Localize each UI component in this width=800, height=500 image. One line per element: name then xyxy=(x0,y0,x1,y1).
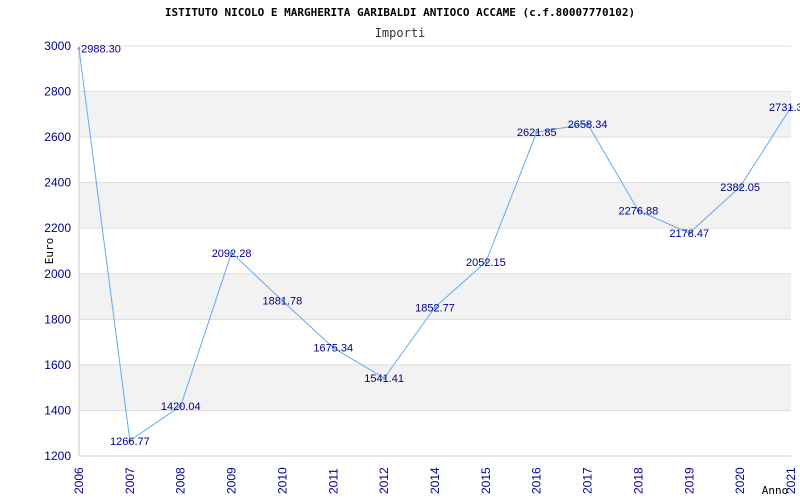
data-label: 2052.15 xyxy=(466,257,506,269)
x-axis-ticks: 2006 2007 2008 2009 2010 2011 2012 2014 2015 2016… xyxy=(72,467,798,494)
x-tick-label: 2015 xyxy=(479,467,493,494)
data-label: 2092.28 xyxy=(212,248,252,260)
x-tick-label: 2012 xyxy=(377,467,391,494)
x-tick-label: 2011 xyxy=(326,468,340,494)
y-tick-label: 2800 xyxy=(44,85,71,99)
x-tick-label: 2019 xyxy=(682,467,696,494)
data-label: 2621.85 xyxy=(517,127,557,139)
y-tick-label: 2000 xyxy=(44,267,71,281)
data-label: 2731.3 xyxy=(769,102,800,114)
x-tick-label: 2010 xyxy=(275,467,289,494)
y-tick-label: 1400 xyxy=(44,403,71,417)
y-tick-label: 3000 xyxy=(44,39,71,53)
x-tick-label: 2020 xyxy=(733,467,747,494)
data-label: 1266.77 xyxy=(110,436,150,448)
y-tick-label: 2400 xyxy=(44,176,71,190)
grid-band xyxy=(79,91,791,138)
grid-bands xyxy=(79,91,791,411)
y-axis-label: Euro xyxy=(43,238,56,265)
x-tick-label: 2009 xyxy=(225,467,239,494)
y-tick-label: 2200 xyxy=(44,221,71,235)
y-tick-label: 1600 xyxy=(44,358,71,372)
x-tick-label: 2016 xyxy=(530,467,544,494)
data-label: 1852.77 xyxy=(415,302,455,314)
line-chart: ISTITUTO NICOLO E MARGHERITA GARIBALDI A… xyxy=(43,6,800,497)
x-tick-label: 2014 xyxy=(428,467,442,494)
y-tick-label: 1200 xyxy=(44,449,71,463)
data-label: 2382.05 xyxy=(720,182,760,194)
y-tick-label: 1800 xyxy=(44,312,71,326)
grid-band xyxy=(79,182,791,229)
data-label: 2658.34 xyxy=(568,119,608,131)
data-label: 2276.88 xyxy=(619,206,659,218)
x-tick-label: 2018 xyxy=(631,467,645,494)
data-point xyxy=(77,47,81,51)
data-label: 1541.41 xyxy=(364,373,404,385)
chart-title: ISTITUTO NICOLO E MARGHERITA GARIBALDI A… xyxy=(165,6,635,19)
x-tick-label: 2008 xyxy=(174,467,188,494)
x-axis-label: Anno xyxy=(762,484,789,497)
x-tick-label: 2007 xyxy=(123,467,137,494)
data-label: 1420.04 xyxy=(161,401,201,413)
data-label: 1675.34 xyxy=(313,343,353,355)
data-label: 2988.30 xyxy=(81,44,121,56)
x-tick-label: 2017 xyxy=(581,467,595,494)
y-tick-label: 2600 xyxy=(44,130,71,144)
data-label: 1881.78 xyxy=(263,296,303,308)
x-tick-label: 2006 xyxy=(72,467,86,494)
data-label: 2178.47 xyxy=(669,228,709,240)
chart-subtitle: Importi xyxy=(375,26,426,40)
